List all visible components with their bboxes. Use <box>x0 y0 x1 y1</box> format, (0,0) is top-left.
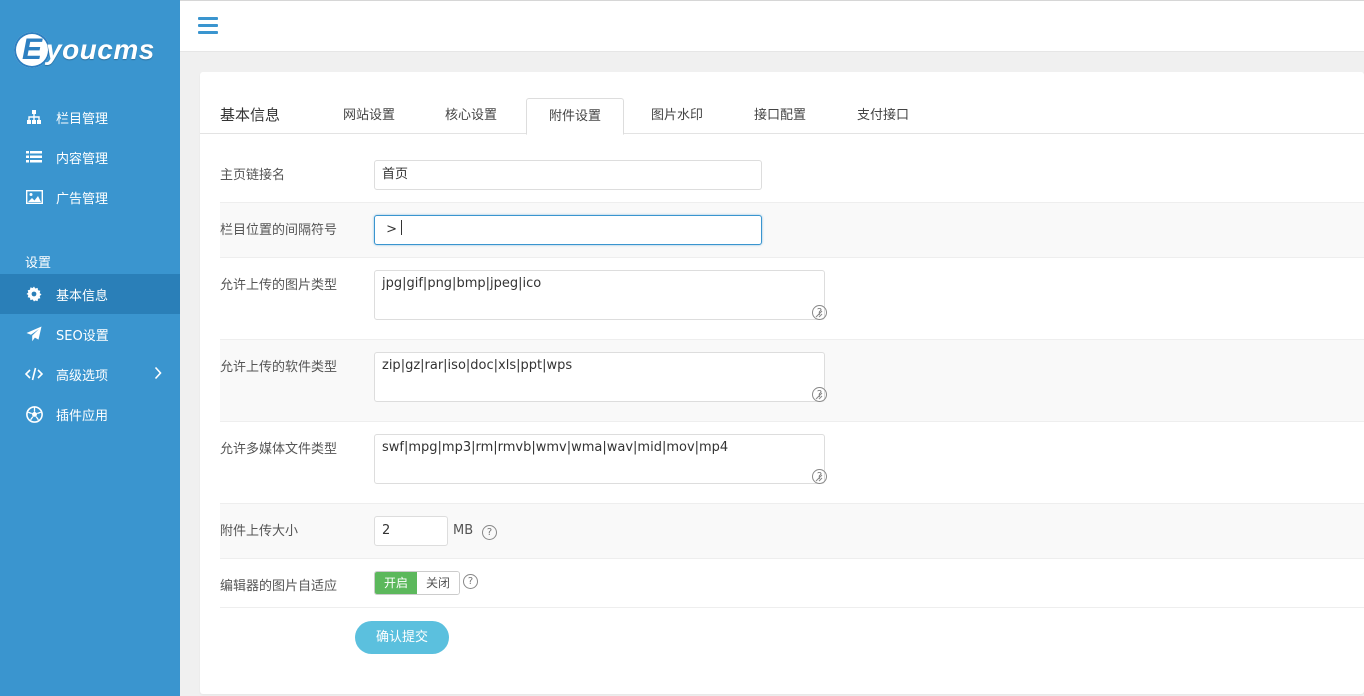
attach-size-label: 附件上传大小 <box>220 524 299 539</box>
sidebar-section-title: 设置 <box>25 256 52 271</box>
toggle-off-option[interactable]: 关闭 <box>417 572 460 594</box>
sidebar-item-label: 基本信息 <box>56 288 109 304</box>
separator-label: 栏目位置的间隔符号 <box>220 223 338 238</box>
software-types-label: 允许上传的软件类型 <box>220 360 338 375</box>
sidebar-item-basic-info[interactable]: 基本信息 <box>0 274 180 314</box>
separator-value: > <box>382 222 402 237</box>
chevron-right-icon <box>154 366 162 384</box>
sidebar-item-advanced[interactable]: 高级选项 <box>0 354 180 394</box>
attach-size-unit: MB <box>453 523 474 538</box>
sidebar-item-label: 广告管理 <box>56 191 109 207</box>
code-icon <box>25 365 43 383</box>
software-types-value: zip|gz|rar|iso|doc|xls|ppt|wps <box>382 358 573 373</box>
sidebar-item-seo[interactable]: SEO设置 <box>0 314 180 354</box>
tab-image-watermark[interactable]: 图片水印 <box>629 98 725 134</box>
sidebar-item-columns[interactable]: 栏目管理 <box>0 97 180 137</box>
sidebar-item-plugins[interactable]: 插件应用 <box>0 394 180 434</box>
sidebar-item-label: SEO设置 <box>56 328 109 344</box>
help-icon[interactable]: ? <box>812 469 827 484</box>
paper-plane-icon <box>25 325 43 343</box>
top-bar <box>180 0 1364 52</box>
sidebar-item-content[interactable]: 内容管理 <box>0 137 180 177</box>
form-row-editor-adapt: 编辑器的图片自适应 开启 关闭 ? <box>220 559 1364 608</box>
tab-site-settings[interactable]: 网站设置 <box>321 98 417 134</box>
sidebar-item-label: 高级选项 <box>56 368 109 384</box>
toggle-on-option[interactable]: 开启 <box>375 572 418 594</box>
sidebar: E youcms 栏目管理 内容管理 广告管理 设置 基本信息 SEO设置 高级… <box>0 0 180 696</box>
submit-button[interactable]: 确认提交 <box>355 621 449 654</box>
tab-bar: 网站设置 核心设置 附件设置 图片水印 接口配置 支付接口 <box>200 98 1364 135</box>
tab-attachment-settings[interactable]: 附件设置 <box>526 98 624 135</box>
form-row-attach-size: 附件上传大小 2 MB ? <box>220 504 1364 559</box>
software-types-textarea[interactable]: zip|gz|rar|iso|doc|xls|ppt|wps <box>374 352 825 402</box>
page-title: 基本信息 <box>220 106 281 124</box>
separator-input[interactable]: > <box>374 215 762 245</box>
list-icon <box>25 148 43 166</box>
tab-api-config[interactable]: 接口配置 <box>732 98 828 134</box>
logo-mark: E <box>14 32 50 68</box>
form-row-image-types: 允许上传的图片类型 jpg|gif|png|bmp|jpeg|ico ? <box>220 258 1364 340</box>
sidebar-nav-main: 栏目管理 内容管理 广告管理 <box>0 97 180 217</box>
home-link-input[interactable]: 首页 <box>374 160 762 190</box>
image-types-value: jpg|gif|png|bmp|jpeg|ico <box>382 276 542 291</box>
form-row-home-link: 主页链接名 首页 <box>220 148 1364 203</box>
sidebar-nav-settings: 基本信息 SEO设置 高级选项 插件应用 <box>0 274 180 434</box>
media-types-textarea[interactable]: swf|mpg|mp3|rm|rmvb|wmv|wma|wav|mid|mov|… <box>374 434 825 484</box>
sitemap-icon <box>25 108 43 126</box>
attach-size-input[interactable]: 2 <box>374 516 448 546</box>
help-icon[interactable]: ? <box>482 525 497 540</box>
home-link-label: 主页链接名 <box>220 168 286 183</box>
form-row-software-types: 允许上传的软件类型 zip|gz|rar|iso|doc|xls|ppt|wps… <box>220 340 1364 422</box>
logo-text: youcms <box>46 34 155 65</box>
gear-icon <box>25 285 43 303</box>
image-icon <box>25 188 43 206</box>
form-row-separator: 栏目位置的间隔符号 > <box>220 203 1364 258</box>
image-types-label: 允许上传的图片类型 <box>220 278 338 293</box>
sidebar-item-ads[interactable]: 广告管理 <box>0 177 180 217</box>
form-row-media-types: 允许多媒体文件类型 swf|mpg|mp3|rm|rmvb|wmv|wma|wa… <box>220 422 1364 504</box>
editor-adapt-label: 编辑器的图片自适应 <box>220 579 338 594</box>
tab-payment-api[interactable]: 支付接口 <box>835 98 931 134</box>
image-types-textarea[interactable]: jpg|gif|png|bmp|jpeg|ico <box>374 270 825 320</box>
menu-toggle-icon[interactable] <box>198 17 218 35</box>
media-types-label: 允许多媒体文件类型 <box>220 442 338 457</box>
help-icon[interactable]: ? <box>812 305 827 320</box>
soccer-ball-icon <box>25 405 43 423</box>
settings-panel: 网站设置 核心设置 附件设置 图片水印 接口配置 支付接口 基本信息 主页链接名… <box>200 72 1364 694</box>
logo[interactable]: E youcms <box>14 28 155 72</box>
editor-adapt-toggle[interactable]: 开启 关闭 <box>374 571 461 595</box>
help-icon[interactable]: ? <box>812 387 827 402</box>
tab-core-settings[interactable]: 核心设置 <box>423 98 519 134</box>
sidebar-item-label: 栏目管理 <box>56 111 109 127</box>
sidebar-item-label: 内容管理 <box>56 151 109 167</box>
sidebar-item-label: 插件应用 <box>56 408 109 424</box>
media-types-value: swf|mpg|mp3|rm|rmvb|wmv|wma|wav|mid|mov|… <box>382 440 729 455</box>
help-icon[interactable]: ? <box>463 574 478 589</box>
